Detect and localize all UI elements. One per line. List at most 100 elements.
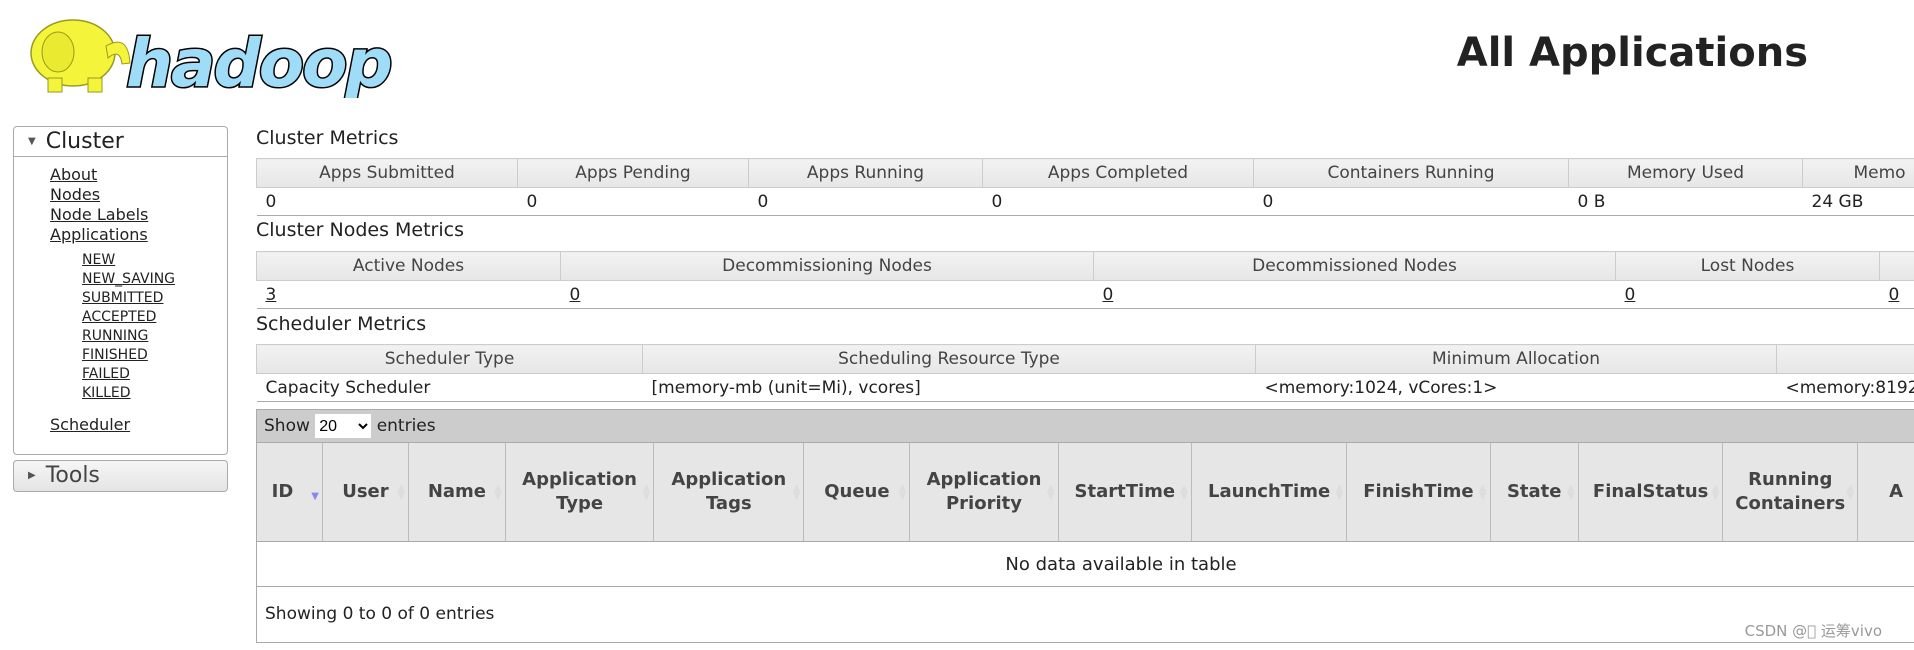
scheduler-metrics-title: Scheduler Metrics	[256, 313, 427, 335]
scheduler-metrics-table: Scheduler Type Scheduling Resource Type Mi…	[256, 344, 1914, 402]
sort-icon: ▲ ▼	[1046, 483, 1055, 502]
column-header[interactable]: Application Tags ▲ ▼	[653, 443, 805, 542]
column-header[interactable]: Name ▲ ▼	[408, 443, 506, 542]
column-header[interactable]: StartTime ▲ ▼	[1058, 443, 1192, 542]
metric-link[interactable]: 0	[1625, 285, 1636, 305]
sort-icon: ▲ ▼	[1711, 483, 1720, 502]
metric-header: Decommissioned Nodes	[1093, 251, 1616, 281]
metric-value: 0	[748, 187, 983, 216]
tools-label: Tools	[45, 463, 100, 488]
metric-header: Memo	[1802, 158, 1914, 188]
column-header[interactable]: A▲▼	[1857, 443, 1914, 542]
metric-link[interactable]: 3	[266, 285, 277, 305]
metric-value: 0	[1093, 280, 1616, 309]
sort-icon: ▲ ▼	[494, 483, 502, 502]
sidebar-tools-panel[interactable]: ▶ Tools	[13, 460, 228, 492]
sort-icon: ▲ ▼	[1180, 483, 1188, 502]
metric-value: 0	[1879, 280, 1914, 309]
show-label: Show	[264, 416, 310, 436]
column-label: Application Type	[522, 468, 637, 514]
sort-icon: ▲ ▼	[1846, 483, 1855, 502]
sort-icon: ▲ ▼	[898, 483, 907, 502]
app-state-new-saving[interactable]: NEW_SAVING	[82, 271, 175, 287]
column-header[interactable]: FinishTime ▲ ▼	[1346, 443, 1491, 542]
metric-value: 0 B	[1568, 187, 1803, 216]
column-label: Queue	[824, 480, 890, 502]
sidebar-link-nodes[interactable]: Nodes	[50, 185, 100, 204]
svg-text:hadoop: hadoop	[126, 25, 391, 98]
metric-link[interactable]: 0	[570, 285, 581, 305]
metric-header: Apps Pending	[517, 158, 749, 188]
empty-table-message: No data available in table	[257, 542, 1914, 587]
applications-table: Show 20 entries ID ▼ User ▲ ▼ Name ▲ ▼ Applicati…	[256, 409, 1914, 643]
sidebar-link-about[interactable]: About	[50, 165, 97, 184]
metric-value: <memory:1024, vCores:1>	[1255, 373, 1777, 402]
metric-value: 0	[1615, 280, 1880, 309]
metric-value: 0	[256, 187, 518, 216]
app-state-submitted[interactable]: SUBMITTED	[82, 290, 163, 306]
column-header[interactable]: LaunchTime ▲ ▼	[1191, 443, 1348, 542]
column-label: StartTime	[1074, 480, 1176, 502]
column-header[interactable]: Application Priority ▲ ▼	[909, 443, 1059, 542]
metric-header: Scheduling Resource Type	[642, 344, 1256, 374]
metric-header: Active Nodes	[256, 251, 561, 281]
entries-label: entries	[376, 416, 436, 436]
metric-value: 0	[1253, 187, 1569, 216]
sort-icon: ▲ ▼	[642, 483, 651, 502]
metric-value: 0	[982, 187, 1254, 216]
metric-value: <memory:8192	[1776, 373, 1914, 402]
sidebar-link-applications[interactable]: Applications	[50, 225, 148, 244]
cluster-metrics-table: Apps Submitted Apps Pending Apps Running Ap…	[256, 158, 1914, 216]
column-label: LaunchTime	[1208, 480, 1331, 502]
column-label: Application Priority	[926, 468, 1042, 514]
column-label: ID	[271, 480, 294, 502]
metric-value: 24 GB	[1802, 187, 1914, 216]
metric-header: Apps Submitted	[256, 158, 518, 188]
sidebar-link-node-labels[interactable]: Node Labels	[50, 205, 148, 224]
metric-header: Lost Nodes	[1615, 251, 1880, 281]
cluster-header[interactable]: ▼ Cluster	[14, 127, 227, 157]
metric-header	[1879, 251, 1914, 281]
app-state-finished[interactable]: FINISHED	[82, 347, 148, 363]
metric-header: Decommissioning Nodes	[560, 251, 1094, 281]
app-state-failed[interactable]: FAILED	[82, 366, 130, 382]
app-state-accepted[interactable]: ACCEPTED	[82, 309, 156, 325]
metric-value: [memory-mb (unit=Mi), vcores]	[642, 373, 1256, 402]
table-info: Showing 0 to 0 of 0 entries	[265, 603, 495, 624]
column-header[interactable]: FinalStatus ▲ ▼	[1578, 443, 1724, 542]
sort-icon: ▲ ▼	[397, 483, 405, 502]
metric-header: Apps Running	[748, 158, 983, 188]
metric-header: Containers Running	[1253, 158, 1569, 188]
column-header[interactable]: Queue ▲ ▼	[803, 443, 911, 542]
page-size-select[interactable]: 20	[315, 414, 372, 438]
sort-icon: ▲ ▼	[1335, 483, 1344, 502]
column-header[interactable]: ID ▼	[257, 443, 323, 542]
metric-link[interactable]: 0	[1103, 285, 1114, 305]
column-label: FinalStatus	[1592, 480, 1709, 502]
sort-icon: ▲ ▼	[1478, 483, 1487, 502]
metric-header: Memory Used	[1568, 158, 1803, 188]
triangle-right-icon: ▶	[28, 470, 36, 481]
page-title: All Applications	[1456, 30, 1808, 76]
metric-value: Capacity Scheduler	[256, 373, 643, 402]
app-state-new[interactable]: NEW	[82, 252, 115, 268]
cluster-metrics-title: Cluster Metrics	[256, 127, 399, 149]
metric-header: Minimum Allocation	[1255, 344, 1777, 374]
cluster-nodes-metrics-table: Active Nodes Decommissioning Nodes Decommi…	[256, 251, 1914, 309]
app-state-killed[interactable]: KILLED	[82, 385, 131, 401]
metric-link[interactable]: 0	[1889, 285, 1900, 305]
column-label: Application Tags	[671, 468, 787, 514]
column-label: State	[1506, 480, 1562, 502]
metric-value: 0	[517, 187, 749, 216]
sidebar-link-scheduler[interactable]: Scheduler	[50, 415, 130, 434]
sort-icon: ▲ ▼	[1567, 483, 1575, 502]
column-label: Name	[427, 480, 487, 502]
column-header[interactable]: State ▲ ▼	[1490, 443, 1579, 542]
app-state-running[interactable]: RUNNING	[82, 328, 148, 344]
column-header[interactable]: Application Type ▲ ▼	[505, 443, 655, 542]
column-label: Running Containers	[1735, 468, 1846, 514]
metric-header	[1776, 344, 1914, 374]
column-header[interactable]: User ▲ ▼	[322, 443, 409, 542]
cluster-nodes-metrics-title: Cluster Nodes Metrics	[256, 219, 464, 241]
column-header[interactable]: Running Containers ▲ ▼	[1722, 443, 1859, 542]
